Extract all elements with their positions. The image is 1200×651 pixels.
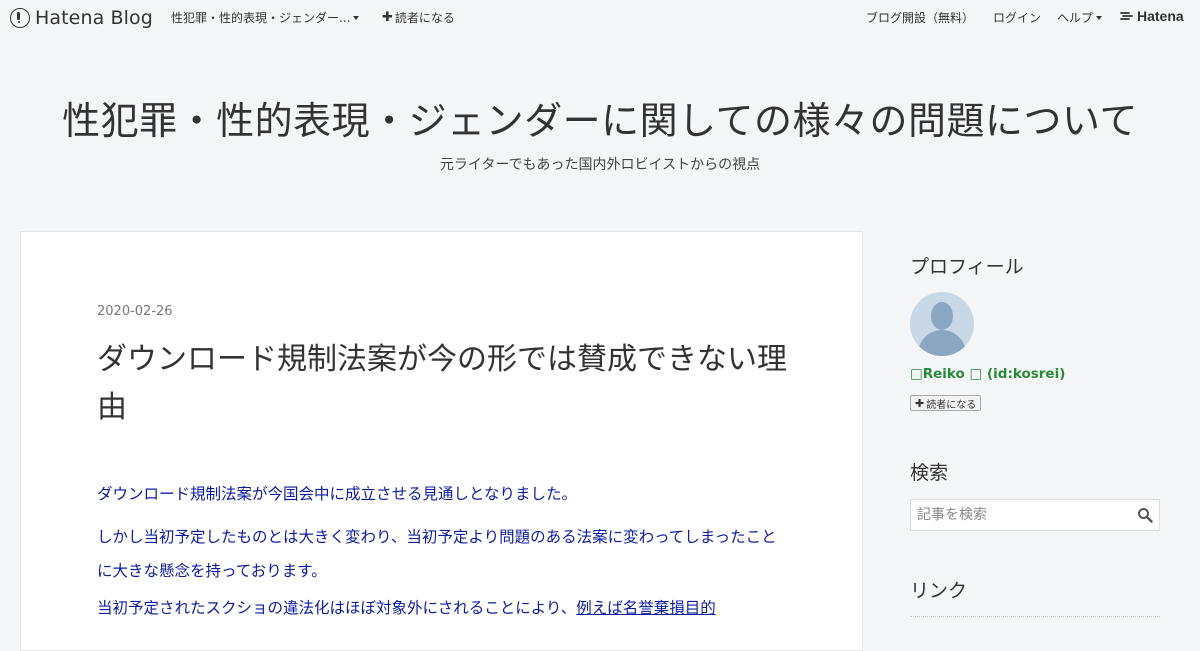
- follow-blog-label: 読者になる: [394, 11, 455, 25]
- entry-link[interactable]: 例えば名誉棄損目的: [576, 599, 716, 617]
- login-label: ログイン: [993, 11, 1042, 25]
- entry-paragraph: しかし当初予定したものとは大きく変わり、当初予定より問題のある法案に変わってしま…: [97, 528, 777, 580]
- subscribe-button[interactable]: ✚ 読者になる: [910, 395, 982, 411]
- hatena-blog-logo[interactable]: Hatena Blog: [10, 6, 153, 30]
- search-heading: 検索: [910, 462, 949, 484]
- divider: [910, 616, 1160, 617]
- avatar-head-shape: [931, 302, 953, 330]
- blog-menu[interactable]: 性犯罪・性的表現・ジェンダー...: [171, 9, 360, 26]
- entry-paragraph: ダウンロード規制法案が今国会中に成立させる見通しとなりました。: [97, 485, 578, 503]
- blog-menu-label: 性犯罪・性的表現・ジェンダー...: [171, 11, 351, 25]
- entry-article: 2020-02-26 ダウンロード規制法案が今の形では賛成できない理由 ダウンロ…: [20, 231, 863, 651]
- caret-down-icon: [1096, 15, 1103, 20]
- hatena-text: Hatena: [1137, 8, 1184, 24]
- links-heading: リンク: [910, 580, 968, 602]
- blog-description: 元ライターでもあった国内外ロビイストからの視点: [439, 157, 761, 173]
- hatena-cloud-icon: [1120, 12, 1133, 20]
- hatena-blog-logo-icon: [10, 8, 30, 28]
- entry-date[interactable]: 2020-02-26: [97, 304, 173, 319]
- entry-paragraph-text: 当初予定されたスクショの違法化はほぼ対象外にされることにより、: [97, 599, 577, 617]
- entry-title[interactable]: ダウンロード規制法案が今の形では賛成できない理由: [97, 336, 797, 432]
- open-blog-link[interactable]: ブログ開設（無料）: [866, 9, 974, 26]
- brand-text: Hatena Blog: [35, 7, 153, 29]
- search-icon[interactable]: [1137, 507, 1153, 523]
- open-blog-label: ブログ開設（無料）: [866, 11, 975, 25]
- global-header: Hatena Blog 性犯罪・性的表現・ジェンダー... ✚ 読者になる ブロ…: [0, 0, 1200, 36]
- plus-icon: ✚: [915, 396, 925, 410]
- profile-avatar[interactable]: [910, 292, 974, 356]
- search-input[interactable]: [911, 500, 1143, 530]
- plus-icon: ✚: [382, 10, 393, 25]
- hatena-link[interactable]: Hatena: [1120, 8, 1184, 24]
- help-menu[interactable]: ヘルプ: [1057, 9, 1103, 26]
- subscribe-label: 読者になる: [926, 399, 977, 411]
- search-form: [910, 499, 1160, 531]
- help-label: ヘルプ: [1057, 11, 1094, 25]
- entry-paragraph: 当初予定されたスクショの違法化はほぼ対象外にされることにより、例えば名誉棄損目的: [97, 596, 787, 618]
- follow-blog-button[interactable]: ✚ 読者になる: [382, 9, 455, 26]
- caret-down-icon: [353, 15, 360, 20]
- blog-title[interactable]: 性犯罪・性的表現・ジェンダーに関しての様々の問題について: [0, 90, 1200, 145]
- profile-name-link[interactable]: □Reiko □ (id:kosrei): [910, 366, 1065, 382]
- profile-heading: プロフィール: [910, 256, 1024, 278]
- avatar-body-shape: [918, 330, 966, 356]
- login-link[interactable]: ログイン: [993, 9, 1041, 26]
